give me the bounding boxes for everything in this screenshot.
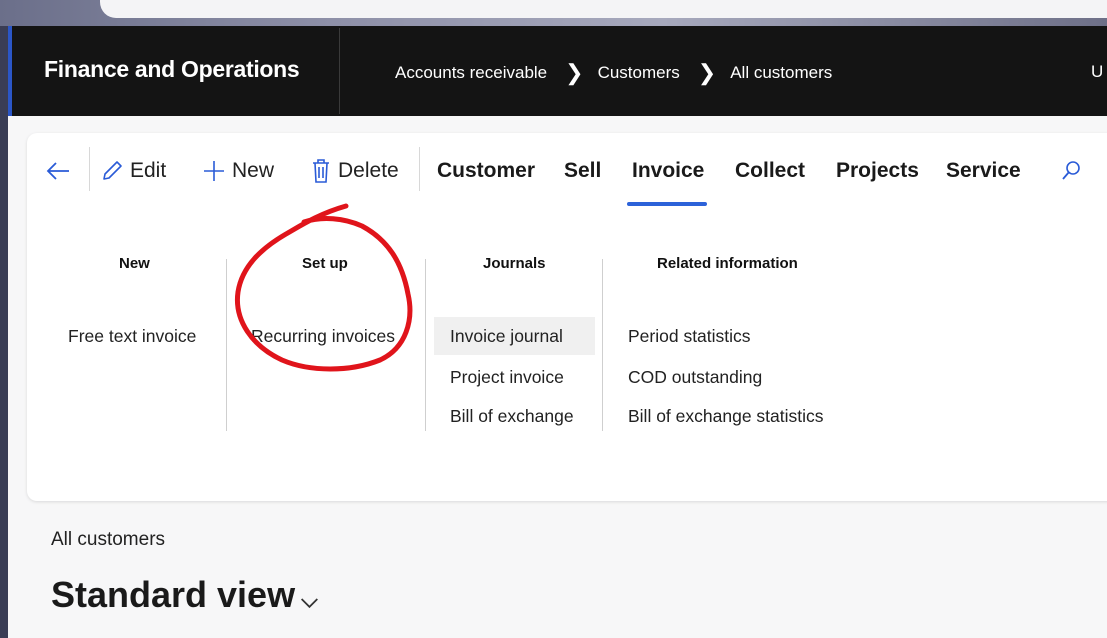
edit-label: Edit xyxy=(130,159,167,182)
menu-item-recurring-invoices[interactable]: Recurring invoices xyxy=(251,317,395,355)
menu-item-free-text-invoice[interactable]: Free text invoice xyxy=(68,317,196,355)
back-arrow-icon xyxy=(45,160,71,182)
menu-item-bill-of-exchange-statistics[interactable]: Bill of exchange statistics xyxy=(628,397,824,435)
breadcrumb-item-all-customers[interactable]: All customers xyxy=(730,63,832,83)
page-title: Standard view xyxy=(51,574,296,615)
chevron-right-icon: ❯ xyxy=(565,60,584,85)
new-label: New xyxy=(232,159,275,182)
back-button[interactable] xyxy=(45,155,77,187)
action-pane: Edit New Delete Customer Sell Invoice Co… xyxy=(27,133,1107,501)
app-window: Finance and Operations Accounts receivab… xyxy=(8,26,1107,638)
tab-invoice[interactable]: Invoice xyxy=(632,155,704,187)
tab-collect[interactable]: Collect xyxy=(735,155,805,187)
plus-icon xyxy=(202,159,226,183)
header-divider xyxy=(339,28,340,114)
menu-item-invoice-journal[interactable]: Invoice journal xyxy=(434,317,595,355)
group-header-new: New xyxy=(119,255,150,272)
group-divider xyxy=(602,259,603,431)
desktop-backdrop xyxy=(0,0,1107,26)
new-button[interactable]: New xyxy=(202,155,274,187)
chevron-down-icon: ⌵ xyxy=(301,587,318,612)
group-header-set-up: Set up xyxy=(302,255,348,272)
chevron-right-icon: ❯ xyxy=(697,60,717,85)
tab-sell[interactable]: Sell xyxy=(564,155,601,187)
group-header-journals: Journals xyxy=(483,255,546,272)
page-subtitle: All customers xyxy=(51,529,166,550)
view-selector[interactable]: Standard view ⌵ xyxy=(51,574,318,616)
delete-button[interactable]: Delete xyxy=(310,155,399,187)
menu-item-project-invoice[interactable]: Project invoice xyxy=(450,358,564,396)
pencil-icon xyxy=(100,159,124,183)
menu-item-period-statistics[interactable]: Period statistics xyxy=(628,317,751,355)
trash-icon xyxy=(310,158,332,184)
toolbar-divider xyxy=(89,147,90,191)
group-header-related-information: Related information xyxy=(657,255,798,272)
app-title[interactable]: Finance and Operations xyxy=(44,56,300,83)
delete-label: Delete xyxy=(338,159,399,182)
tab-service[interactable]: Service xyxy=(946,155,1021,187)
header-accent-bar xyxy=(8,26,12,116)
breadcrumb-item-customers[interactable]: Customers xyxy=(598,63,680,83)
menu-item-cod-outstanding[interactable]: COD outstanding xyxy=(628,358,762,396)
menu-item-bill-of-exchange[interactable]: Bill of exchange xyxy=(450,397,574,435)
breadcrumb: Accounts receivable ❯ Customers ❯ All cu… xyxy=(395,62,832,84)
group-divider xyxy=(226,259,227,431)
tab-projects[interactable]: Projects xyxy=(836,155,919,187)
user-menu[interactable]: U xyxy=(1091,62,1107,82)
breadcrumb-item-accounts-receivable[interactable]: Accounts receivable xyxy=(395,63,547,83)
browser-chrome-edge xyxy=(100,0,1107,18)
search-button[interactable] xyxy=(1059,155,1089,187)
search-icon xyxy=(1059,159,1083,183)
edit-button[interactable]: Edit xyxy=(100,155,166,187)
toolbar-divider xyxy=(419,147,420,191)
app-header: Finance and Operations Accounts receivab… xyxy=(8,26,1107,116)
tab-customer[interactable]: Customer xyxy=(437,155,535,187)
active-tab-indicator xyxy=(627,202,707,206)
group-divider xyxy=(425,259,426,431)
